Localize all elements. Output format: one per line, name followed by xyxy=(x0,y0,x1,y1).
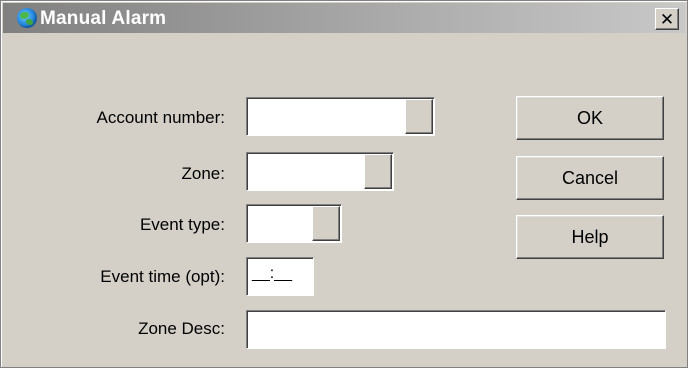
close-icon: ✕ xyxy=(659,9,675,29)
zone-field[interactable] xyxy=(246,152,394,191)
event-type-field[interactable] xyxy=(246,204,342,243)
account-number-label: Account number: xyxy=(96,108,225,127)
cancel-button[interactable]: Cancel xyxy=(516,156,664,200)
help-button[interactable]: Help xyxy=(516,215,664,259)
account-number-dropdown-button[interactable] xyxy=(405,99,433,134)
zone-dropdown-button[interactable] xyxy=(364,154,392,189)
event-time-label: Event time (opt): xyxy=(100,267,225,286)
account-number-field[interactable] xyxy=(246,97,435,136)
zone-desc-field[interactable] xyxy=(246,310,666,349)
manual-alarm-dialog: Manual Alarm ✕ Account number: Zone: Eve… xyxy=(0,0,688,368)
close-button[interactable]: ✕ xyxy=(655,8,679,30)
window-title: Manual Alarm xyxy=(40,8,167,29)
zone-desc-label: Zone Desc: xyxy=(138,319,225,338)
zone-label: Zone: xyxy=(181,164,225,183)
globe-icon xyxy=(17,8,37,28)
event-type-dropdown-button[interactable] xyxy=(312,206,340,241)
ok-button[interactable]: OK xyxy=(516,96,664,140)
event-type-label: Event type: xyxy=(139,215,225,234)
title-bar[interactable]: Manual Alarm ✕ xyxy=(3,3,685,33)
event-time-value: __:__ xyxy=(252,265,293,282)
event-time-field[interactable]: __:__ xyxy=(246,257,314,296)
